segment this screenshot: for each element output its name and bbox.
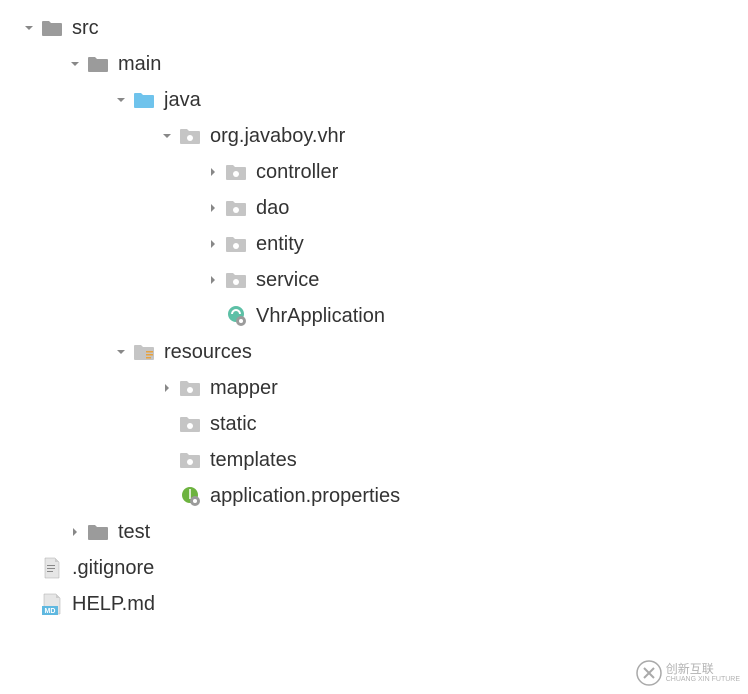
tree-label: java [164,89,201,112]
tree-node-app[interactable]: VhrApplication [0,298,748,334]
tree-label: test [118,521,150,544]
arrow-spacer [158,487,176,505]
tree-label: main [118,53,161,76]
arrow-spacer [20,595,38,613]
chevron-right-icon[interactable] [158,379,176,397]
tree-label: src [72,17,99,40]
svg-text:MD: MD [45,608,56,615]
chevron-right-icon[interactable] [66,523,84,541]
tree-label: entity [256,233,304,256]
tree-label: application.properties [210,485,400,508]
tree-node-controller[interactable]: controller [0,154,748,190]
watermark-logo-icon [636,660,662,686]
watermark: 创新互联 CHUANG XIN FUTURE [636,660,740,686]
chevron-right-icon[interactable] [204,199,222,217]
markdown-file-icon: MD [40,594,64,614]
tree-node-main[interactable]: main [0,46,748,82]
package-icon [224,234,248,254]
tree-label: dao [256,197,289,220]
tree-label: org.javaboy.vhr [210,125,345,148]
package-icon [178,126,202,146]
tree-label: .gitignore [72,557,154,580]
tree-node-mapper[interactable]: mapper [0,370,748,406]
package-icon [224,162,248,182]
arrow-spacer [158,415,176,433]
project-tree: src main java org.javaboy.vhr [0,10,748,622]
folder-icon [86,54,110,74]
package-icon [178,378,202,398]
tree-node-gitignore[interactable]: .gitignore [0,550,748,586]
tree-node-templates[interactable]: templates [0,442,748,478]
arrow-spacer [204,307,222,325]
tree-node-help[interactable]: MD HELP.md [0,586,748,622]
text-file-icon [40,558,64,578]
tree-label: templates [210,449,297,472]
tree-node-package[interactable]: org.javaboy.vhr [0,118,748,154]
chevron-down-icon[interactable] [158,127,176,145]
folder-icon [40,18,64,38]
chevron-down-icon[interactable] [112,91,130,109]
tree-label: service [256,269,319,292]
chevron-down-icon[interactable] [66,55,84,73]
folder-icon [86,522,110,542]
package-icon [224,270,248,290]
source-folder-icon [132,90,156,110]
tree-node-static[interactable]: static [0,406,748,442]
tree-node-java[interactable]: java [0,82,748,118]
spring-boot-class-icon [224,306,248,326]
chevron-right-icon[interactable] [204,271,222,289]
package-icon [178,414,202,434]
tree-node-test[interactable]: test [0,514,748,550]
tree-node-service[interactable]: service [0,262,748,298]
tree-node-appprops[interactable]: application.properties [0,478,748,514]
resources-folder-icon [132,342,156,362]
tree-node-entity[interactable]: entity [0,226,748,262]
arrow-spacer [158,451,176,469]
chevron-right-icon[interactable] [204,163,222,181]
spring-properties-icon [178,486,202,506]
tree-label: mapper [210,377,278,400]
arrow-spacer [20,559,38,577]
tree-node-dao[interactable]: dao [0,190,748,226]
package-icon [178,450,202,470]
chevron-right-icon[interactable] [204,235,222,253]
tree-node-resources[interactable]: resources [0,334,748,370]
chevron-down-icon[interactable] [20,19,38,37]
tree-node-src[interactable]: src [0,10,748,46]
tree-label: static [210,413,257,436]
package-icon [224,198,248,218]
chevron-down-icon[interactable] [112,343,130,361]
watermark-text: 创新互联 CHUANG XIN FUTURE [666,663,740,684]
tree-label: HELP.md [72,593,155,616]
tree-label: resources [164,341,252,364]
tree-label: controller [256,161,338,184]
tree-label: VhrApplication [256,305,385,328]
